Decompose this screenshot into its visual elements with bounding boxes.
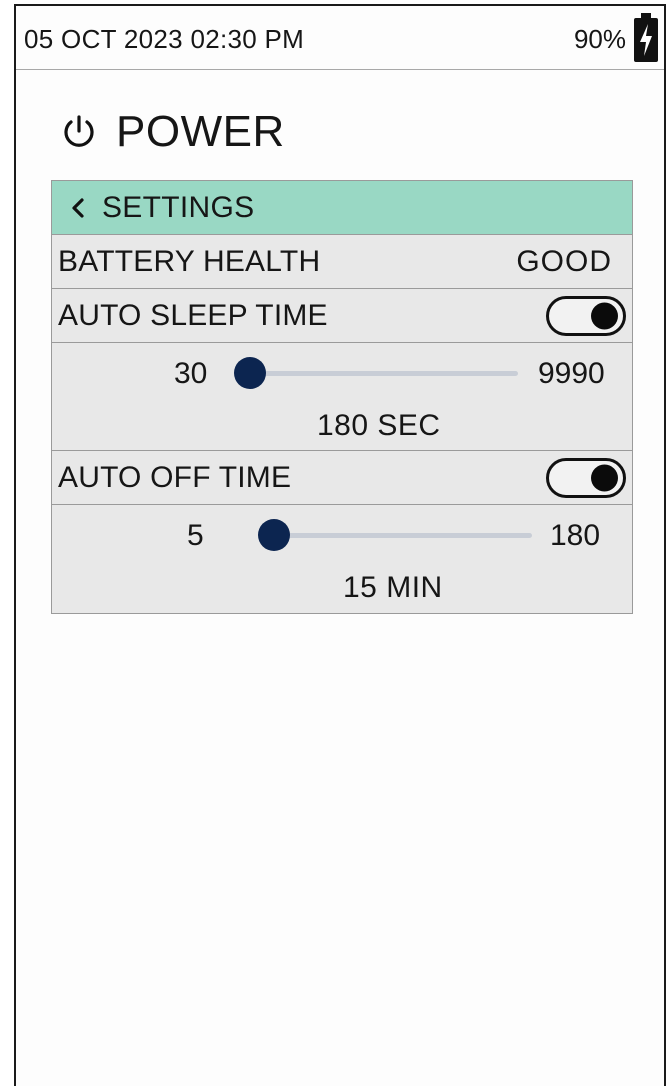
status-bar: 05 OCT 2023 02:30 PM 90% xyxy=(16,6,664,70)
status-datetime: 05 OCT 2023 02:30 PM xyxy=(24,24,305,54)
auto-off-slider-track[interactable] xyxy=(274,533,532,538)
battery-health-value: GOOD xyxy=(516,244,612,278)
auto-sleep-min-label: 30 xyxy=(174,357,208,390)
battery-health-label: BATTERY HEALTH xyxy=(58,244,321,278)
power-icon xyxy=(64,115,94,147)
auto-sleep-slider-thumb[interactable] xyxy=(234,357,266,389)
settings-back-button[interactable]: SETTINGS xyxy=(52,181,632,235)
auto-sleep-label: AUTO SLEEP TIME xyxy=(58,298,328,332)
auto-sleep-row: AUTO SLEEP TIME xyxy=(52,289,632,343)
auto-sleep-slider-block: 30 9990 180 SEC xyxy=(52,343,632,451)
auto-off-max-label: 180 xyxy=(550,519,601,552)
auto-off-toggle-knob xyxy=(591,464,618,491)
auto-sleep-toggle[interactable] xyxy=(546,295,626,336)
auto-off-label: AUTO OFF TIME xyxy=(58,460,292,494)
battery-health-row: BATTERY HEALTH GOOD xyxy=(52,235,632,289)
settings-back-label: SETTINGS xyxy=(102,190,255,224)
auto-off-min-label: 5 xyxy=(187,519,204,552)
chevron-left-icon xyxy=(72,197,84,218)
auto-sleep-value-readout: 180 SEC xyxy=(317,409,441,442)
battery-charging-icon xyxy=(634,13,658,62)
auto-off-slider-thumb[interactable] xyxy=(258,519,290,551)
auto-sleep-max-label: 9990 xyxy=(538,357,605,390)
page-header: POWER xyxy=(60,104,285,160)
auto-off-value-readout: 15 MIN xyxy=(343,571,443,604)
auto-off-row: AUTO OFF TIME xyxy=(52,451,632,505)
auto-off-toggle[interactable] xyxy=(546,457,626,498)
auto-sleep-toggle-knob xyxy=(591,302,618,329)
battery-percentage: 90% xyxy=(573,24,626,54)
auto-sleep-slider-track[interactable] xyxy=(250,371,518,376)
page-title: POWER xyxy=(116,107,285,156)
auto-off-slider-block: 5 180 15 MIN xyxy=(52,505,632,613)
device-screen: 05 OCT 2023 02:30 PM 90% POWER SETTINGS … xyxy=(14,4,666,1086)
settings-panel: SETTINGS BATTERY HEALTH GOOD AUTO SLEEP … xyxy=(51,180,633,614)
